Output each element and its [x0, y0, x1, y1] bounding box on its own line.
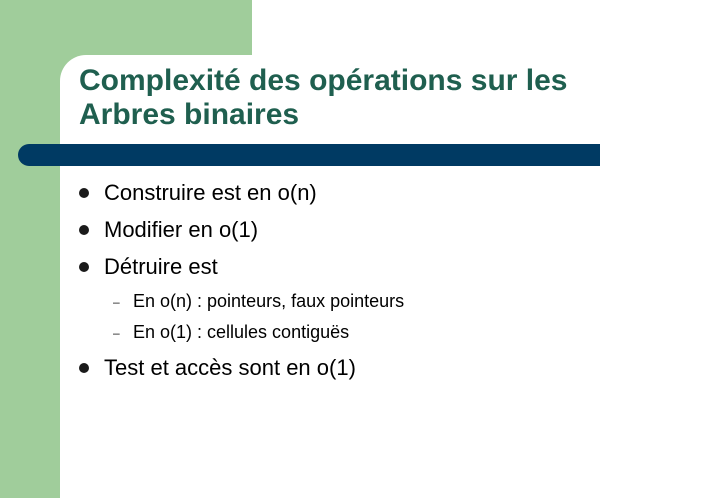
- slide: Complexité des opérations sur les Arbres…: [0, 0, 720, 498]
- sub-bullet-item-pointeurs: – En o(n) : pointeurs, faux pointeurs: [113, 289, 404, 313]
- slide-title: Complexité des opérations sur les Arbres…: [79, 64, 679, 132]
- bullet-dot-icon: [79, 262, 89, 272]
- bullet-item-test-acces: Test et accès sont en o(1): [79, 353, 356, 383]
- bullet-text: Détruire est: [104, 254, 218, 279]
- bullet-dot-icon: [79, 225, 89, 235]
- bullet-text: Construire est en o(n): [104, 180, 317, 205]
- title-line-1: Complexité des opérations sur les: [79, 64, 568, 97]
- bullet-item-detruire: Détruire est: [79, 252, 218, 282]
- bullet-dot-icon: [79, 363, 89, 373]
- bullet-text: Modifier en o(1): [104, 217, 259, 242]
- dash-icon: –: [113, 326, 120, 340]
- dash-icon: –: [113, 295, 120, 309]
- bullet-item-construire: Construire est en o(n): [79, 178, 317, 208]
- bullet-text: Test et accès sont en o(1): [104, 355, 356, 380]
- title-line-2: Arbres binaires: [79, 98, 300, 131]
- sub-bullet-text: En o(1) : cellules contiguës: [133, 321, 350, 342]
- sub-bullet-item-cellules: – En o(1) : cellules contiguës: [113, 320, 349, 344]
- sub-bullet-text: En o(n) : pointeurs, faux pointeurs: [133, 290, 405, 311]
- bullet-dot-icon: [79, 188, 89, 198]
- bullet-item-modifier: Modifier en o(1): [79, 215, 258, 245]
- title-underline-bar: [18, 144, 600, 166]
